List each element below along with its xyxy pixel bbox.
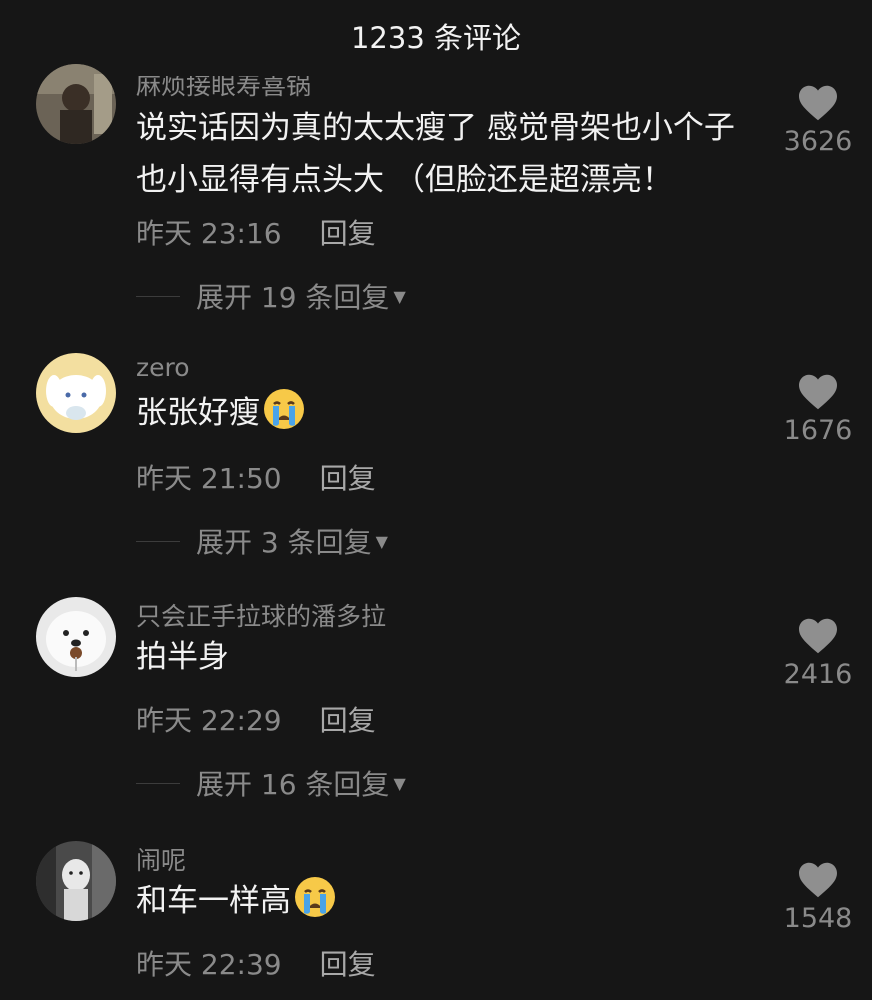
like-count: 3626 bbox=[783, 126, 853, 157]
crying-face-icon bbox=[264, 389, 304, 429]
comment-item: 麻烦接眼寿喜锅 说实话因为真的太太瘦了 感觉骨架也小个子也小显得有点头大 （但脸… bbox=[0, 64, 872, 330]
comment-item: zero 张张好瘦 昨天 21:50 回复 展开 3 条回复 ▼ 1676 bbox=[0, 353, 872, 583]
expand-replies-label: 展开 19 条回复 bbox=[196, 281, 390, 314]
expand-replies-button[interactable]: 展开 3 条回复 ▼ bbox=[136, 521, 388, 561]
comment-text: 拍半身 bbox=[136, 639, 229, 675]
avatar[interactable] bbox=[36, 353, 116, 433]
comment-time: 昨天 23:16 bbox=[136, 217, 282, 250]
comment-username[interactable]: zero bbox=[136, 353, 190, 382]
comment-meta: 昨天 21:50 回复 bbox=[136, 457, 376, 497]
like-button[interactable]: 3626 bbox=[780, 84, 856, 157]
triangle-down-icon: ▼ bbox=[375, 531, 388, 551]
comment-text-content: 张张好瘦 bbox=[136, 395, 260, 431]
comment-text: 张张好瘦 bbox=[136, 387, 756, 439]
comment-text: 说实话因为真的太太瘦了 感觉骨架也小个子也小显得有点头大 （但脸还是超漂亮！ bbox=[136, 110, 735, 198]
heart-icon bbox=[799, 85, 837, 121]
like-count: 1676 bbox=[783, 415, 853, 446]
comment-list[interactable]: 麻烦接眼寿喜锅 说实话因为真的太太瘦了 感觉骨架也小个子也小显得有点头大 （但脸… bbox=[0, 0, 872, 1000]
divider-line bbox=[136, 295, 180, 297]
comment-time: 昨天 22:39 bbox=[136, 948, 282, 981]
comment-item: 只会正手拉球的潘多拉 拍半身 昨天 22:29 回复 展开 16 条回复 ▼ 24… bbox=[0, 597, 872, 827]
comment-time: 昨天 21:50 bbox=[136, 462, 282, 495]
avatar[interactable] bbox=[36, 597, 116, 677]
expand-replies-button[interactable]: 展开 16 条回复 ▼ bbox=[136, 763, 406, 803]
reply-button[interactable]: 回复 bbox=[320, 462, 376, 495]
divider-line bbox=[136, 540, 180, 542]
reply-button[interactable]: 回复 bbox=[320, 948, 376, 981]
avatar[interactable] bbox=[36, 64, 116, 144]
comment-time: 昨天 22:29 bbox=[136, 704, 282, 737]
heart-icon bbox=[799, 862, 837, 898]
heart-icon bbox=[799, 618, 837, 654]
comment-meta: 昨天 23:16 回复 bbox=[136, 212, 376, 252]
like-button[interactable]: 2416 bbox=[780, 617, 856, 690]
triangle-down-icon: ▼ bbox=[393, 773, 406, 793]
comment-meta: 昨天 22:29 回复 bbox=[136, 699, 376, 739]
like-count: 2416 bbox=[783, 659, 853, 690]
expand-replies-button[interactable]: 展开 19 条回复 ▼ bbox=[136, 276, 406, 316]
reply-button[interactable]: 回复 bbox=[320, 217, 376, 250]
comment-item: 闹呢 和车一样高 昨天 22:39 回复 1548 bbox=[0, 841, 872, 1000]
comment-text: 和车一样高 bbox=[136, 875, 756, 927]
like-count: 1548 bbox=[783, 903, 853, 934]
triangle-down-icon: ▼ bbox=[393, 286, 406, 306]
comment-username[interactable]: 闹呢 bbox=[136, 841, 186, 877]
crying-face-icon bbox=[295, 877, 335, 917]
expand-replies-label: 展开 3 条回复 bbox=[196, 526, 372, 559]
comment-meta: 昨天 22:39 回复 bbox=[136, 943, 376, 983]
like-button[interactable]: 1548 bbox=[780, 861, 856, 934]
reply-button[interactable]: 回复 bbox=[320, 704, 376, 737]
avatar[interactable] bbox=[36, 841, 116, 921]
like-button[interactable]: 1676 bbox=[780, 373, 856, 446]
divider-line bbox=[136, 782, 180, 784]
comment-username[interactable]: 麻烦接眼寿喜锅 bbox=[136, 76, 311, 102]
heart-icon bbox=[799, 374, 837, 410]
expand-replies-label: 展开 16 条回复 bbox=[196, 768, 390, 801]
comment-text-content: 和车一样高 bbox=[136, 883, 291, 919]
comment-username[interactable]: 只会正手拉球的潘多拉 bbox=[136, 597, 386, 633]
